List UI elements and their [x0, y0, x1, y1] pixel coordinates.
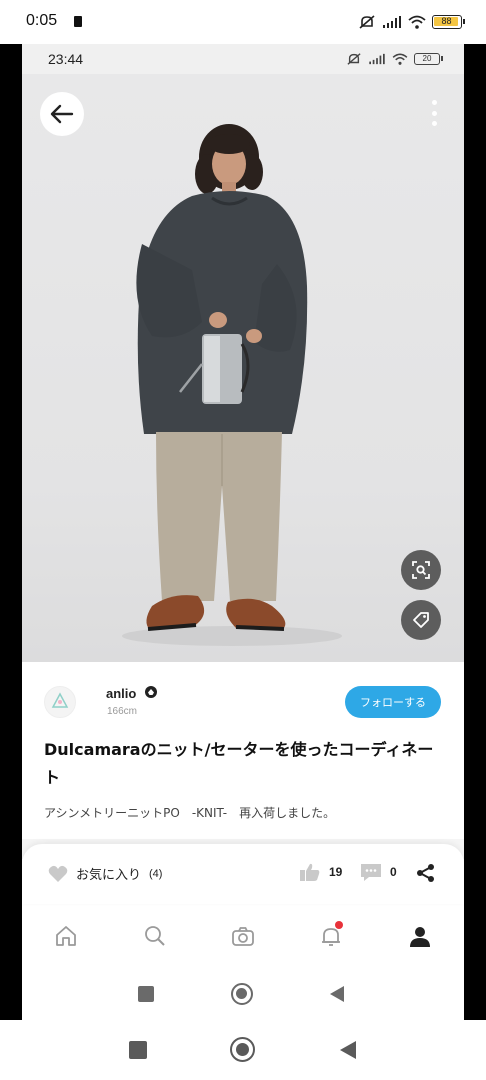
tab-home[interactable]	[54, 924, 78, 948]
battery-level: 88	[441, 16, 452, 26]
signal-icon	[383, 16, 401, 28]
comment-icon	[361, 864, 381, 881]
home-button[interactable]	[231, 983, 253, 1005]
battery-icon: 88	[432, 15, 465, 29]
image-search-icon	[412, 561, 430, 579]
favorite-count: (4)	[149, 867, 163, 880]
avatar-logo-icon	[51, 692, 69, 708]
like-button[interactable]: 19	[299, 862, 342, 882]
outer-navigation-bar	[0, 1020, 486, 1080]
share-icon	[417, 864, 434, 882]
thumbs-up-icon	[300, 863, 320, 881]
share-button[interactable]	[416, 863, 436, 887]
follow-button[interactable]: フォローする	[345, 686, 441, 718]
like-count: 19	[329, 865, 343, 879]
sim-icon	[74, 16, 82, 27]
app-screen: 23:44 20 anlio 166cm フォローする Dulcamaraのニッ…	[22, 44, 464, 1020]
recents-button[interactable]	[138, 986, 154, 1002]
model-figure	[122, 124, 342, 646]
outer-status-icons: 88	[358, 13, 465, 31]
comment-count: 0	[390, 865, 397, 879]
image-search-button[interactable]	[401, 550, 441, 590]
tab-post[interactable]	[231, 924, 255, 948]
left-bezel	[0, 44, 22, 1020]
arrow-left-icon	[50, 104, 74, 124]
wifi-icon	[408, 15, 426, 29]
search-icon	[145, 926, 165, 946]
camera-icon	[232, 927, 254, 946]
outer-status-bar: 0:05 88	[0, 0, 486, 44]
home-icon	[56, 926, 76, 946]
username[interactable]: anlio	[106, 686, 136, 701]
post-title: Dulcamaraのニット/セーターを使ったコーディネート	[44, 740, 434, 787]
home-button[interactable]	[230, 1037, 255, 1062]
inner-navigation-bar	[22, 964, 464, 1020]
post-caption: アシンメトリーニットPO -KNIT- 再入荷しました。	[44, 806, 336, 820]
back-button[interactable]	[40, 92, 84, 136]
more-dot-icon	[431, 121, 437, 126]
phone-screen: 0:05 88 23:44 20 anlio 166cm フォローする Dulc…	[0, 0, 486, 1080]
recents-button[interactable]	[129, 1041, 147, 1059]
inner-status-bar: 23:44 20	[22, 44, 464, 74]
mute-icon	[347, 53, 361, 65]
more-dot-icon	[431, 110, 437, 116]
favorite-button[interactable]: お気に入り (4)	[48, 864, 162, 883]
notification-dot	[335, 921, 343, 929]
more-dot-icon	[431, 100, 437, 105]
wifi-icon	[392, 53, 408, 65]
user-icon	[410, 927, 430, 947]
comment-button[interactable]: 0	[360, 862, 397, 882]
battery-icon: 20	[414, 53, 443, 65]
tab-mypage[interactable]	[408, 924, 432, 948]
right-bezel	[464, 44, 486, 1020]
back-triangle-icon[interactable]	[339, 1040, 357, 1060]
mute-icon	[359, 15, 375, 29]
action-bar: お気に入り (4) 19 0	[22, 844, 464, 904]
item-tag-button[interactable]	[401, 600, 441, 640]
bottom-tab-bar	[22, 908, 464, 964]
heart-icon	[48, 865, 68, 882]
outfit-photo[interactable]	[22, 74, 464, 662]
more-options-button[interactable]	[428, 100, 440, 126]
user-avatar[interactable]	[44, 686, 76, 718]
tab-notifications[interactable]	[319, 921, 343, 948]
inner-status-icons: 20	[346, 52, 443, 66]
outer-clock: 0:05	[26, 12, 58, 29]
favorite-label: お気に入り	[76, 868, 142, 883]
home-dot-icon	[236, 988, 247, 999]
tag-icon	[413, 612, 429, 628]
user-height: 166cm	[107, 706, 138, 717]
tab-search[interactable]	[143, 924, 167, 948]
signal-icon	[369, 53, 385, 65]
inner-clock: 23:44	[48, 51, 84, 67]
verified-badge-icon	[145, 686, 157, 698]
home-dot-icon	[235, 1042, 249, 1056]
back-triangle-icon[interactable]	[329, 985, 345, 1003]
battery-level: 20	[422, 54, 432, 63]
